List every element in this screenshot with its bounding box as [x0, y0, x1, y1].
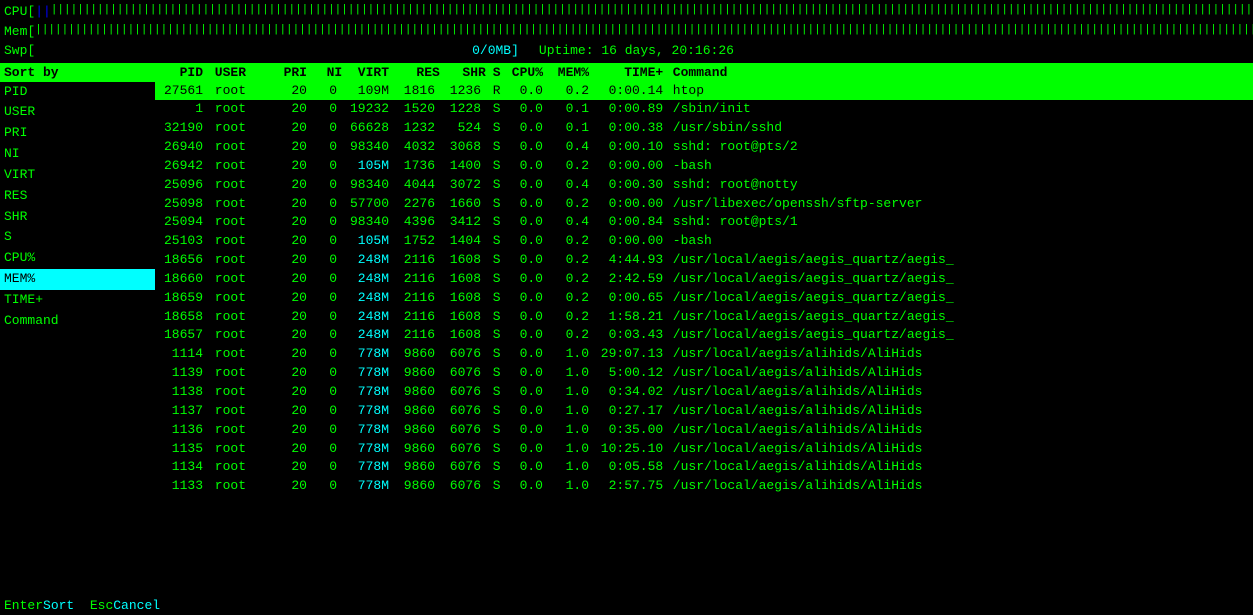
- table-row[interactable]: 1134 root 20 0 778M 9860 6076 S 0.0 1.0 …: [155, 458, 1253, 477]
- sort-item-shr[interactable]: SHR: [0, 207, 155, 228]
- col-header-user: USER: [207, 65, 269, 80]
- mem-row: Mem[||||||||||||||||||||||||||||||||||||…: [4, 22, 1249, 42]
- col-header-virt: VIRT: [341, 65, 393, 80]
- table-row[interactable]: 26940 root 20 0 98340 4032 3068 S 0.0 0.…: [155, 138, 1253, 157]
- table-row[interactable]: 1137 root 20 0 778M 9860 6076 S 0.0 1.0 …: [155, 402, 1253, 421]
- cpu-bar-green: ||||||||||||||||||||||||||||||||||||||||…: [51, 2, 1253, 22]
- table-row[interactable]: 25096 root 20 0 98340 4044 3072 S 0.0 0.…: [155, 176, 1253, 195]
- cpu-row: CPU[||||||||||||||||||||||||||||||||||||…: [4, 2, 1249, 22]
- table-row[interactable]: 25103 root 20 0 105M 1752 1404 S 0.0 0.2…: [155, 232, 1253, 251]
- sort-item-mem[interactable]: MEM%: [0, 269, 155, 290]
- table-row[interactable]: 1135 root 20 0 778M 9860 6076 S 0.0 1.0 …: [155, 440, 1253, 459]
- footer-esc-label: Esc: [90, 598, 113, 613]
- sort-item-res[interactable]: RES: [0, 186, 155, 207]
- sort-item-pid[interactable]: PID: [0, 82, 155, 103]
- table-row[interactable]: 1 root 20 0 19232 1520 1228 S 0.0 0.1 0:…: [155, 100, 1253, 119]
- sort-item-pri[interactable]: PRI: [0, 123, 155, 144]
- table-header: PID USER PRI NI VIRT RES SHR S CPU% MEM%…: [155, 63, 1253, 82]
- swp-label: Swp[: [4, 41, 35, 61]
- col-header-cpu: CPU%: [501, 65, 547, 80]
- table-body: 27561 root 20 0 109M 1816 1236 R 0.0 0.2…: [155, 82, 1253, 497]
- swp-row: Swp[ 0/0MB] Uptime: 16 days, 20:16:26: [4, 41, 1249, 61]
- screen: CPU[||||||||||||||||||||||||||||||||||||…: [0, 0, 1253, 615]
- table-row[interactable]: 1138 root 20 0 778M 9860 6076 S 0.0 1.0 …: [155, 383, 1253, 402]
- col-header-pri: PRI: [269, 65, 311, 80]
- col-header-time: TIME+: [593, 65, 665, 80]
- footer-enter-label: Enter: [4, 598, 43, 613]
- mem-label: Mem[: [4, 22, 35, 42]
- col-header-res: RES: [393, 65, 439, 80]
- footer-sort-label[interactable]: Sort: [43, 598, 74, 613]
- footer: EnterSort EscCancel: [0, 596, 1253, 615]
- cpu-label: CPU[: [4, 2, 35, 22]
- mem-bar: ||||||||||||||||||||||||||||||||||||||||…: [35, 22, 1253, 42]
- swp-value: 0/0MB]: [35, 41, 519, 61]
- table-row[interactable]: 26942 root 20 0 105M 1736 1400 S 0.0 0.2…: [155, 157, 1253, 176]
- process-table: PID USER PRI NI VIRT RES SHR S CPU% MEM%…: [155, 63, 1253, 588]
- sort-item-user[interactable]: USER: [0, 102, 155, 123]
- table-row[interactable]: 18658 root 20 0 248M 2116 1608 S 0.0 0.2…: [155, 308, 1253, 327]
- table-row[interactable]: 27561 root 20 0 109M 1816 1236 R 0.0 0.2…: [155, 82, 1253, 101]
- footer-cancel-label[interactable]: Cancel: [113, 598, 160, 613]
- table-row[interactable]: 32190 root 20 0 66628 1232 524 S 0.0 0.1…: [155, 119, 1253, 138]
- table-row[interactable]: 25098 root 20 0 57700 2276 1660 S 0.0 0.…: [155, 195, 1253, 214]
- table-row[interactable]: 18656 root 20 0 248M 2116 1608 S 0.0 0.2…: [155, 251, 1253, 270]
- sort-menu[interactable]: Sort by PID USER PRI NI VIRT RES SHR S C…: [0, 63, 155, 588]
- table-row[interactable]: 18659 root 20 0 248M 2116 1608 S 0.0 0.2…: [155, 289, 1253, 308]
- sort-item-ni[interactable]: NI: [0, 144, 155, 165]
- col-header-shr: SHR: [439, 65, 485, 80]
- cpu-bar-blue: ||: [35, 2, 51, 22]
- sort-menu-header: Sort by: [0, 63, 155, 82]
- sort-item-time[interactable]: TIME+: [0, 290, 155, 311]
- arrow-indicator: ↑: [0, 360, 10, 394]
- table-row[interactable]: 25094 root 20 0 98340 4396 3412 S 0.0 0.…: [155, 213, 1253, 232]
- sort-item-cpu[interactable]: CPU%: [0, 248, 155, 269]
- col-header-mem: MEM%: [547, 65, 593, 80]
- col-header-ni: NI: [311, 65, 341, 80]
- sort-item-command[interactable]: Command ↑: [0, 311, 155, 332]
- col-header-s: S: [485, 65, 501, 80]
- uptime-info: Uptime: 16 days, 20:16:26: [539, 41, 734, 61]
- sort-item-s[interactable]: S: [0, 227, 155, 248]
- col-header-pid: PID: [155, 65, 207, 80]
- table-row[interactable]: 1136 root 20 0 778M 9860 6076 S 0.0 1.0 …: [155, 421, 1253, 440]
- main-content: Sort by PID USER PRI NI VIRT RES SHR S C…: [0, 63, 1253, 588]
- table-row[interactable]: 1139 root 20 0 778M 9860 6076 S 0.0 1.0 …: [155, 364, 1253, 383]
- sort-item-virt[interactable]: VIRT: [0, 165, 155, 186]
- table-row[interactable]: 1114 root 20 0 778M 9860 6076 S 0.0 1.0 …: [155, 345, 1253, 364]
- table-row[interactable]: 18660 root 20 0 248M 2116 1608 S 0.0 0.2…: [155, 270, 1253, 289]
- table-row[interactable]: 1133 root 20 0 778M 9860 6076 S 0.0 1.0 …: [155, 477, 1253, 496]
- header: CPU[||||||||||||||||||||||||||||||||||||…: [0, 0, 1253, 63]
- table-row[interactable]: 18657 root 20 0 248M 2116 1608 S 0.0 0.2…: [155, 326, 1253, 345]
- col-header-cmd: Command: [665, 65, 1253, 80]
